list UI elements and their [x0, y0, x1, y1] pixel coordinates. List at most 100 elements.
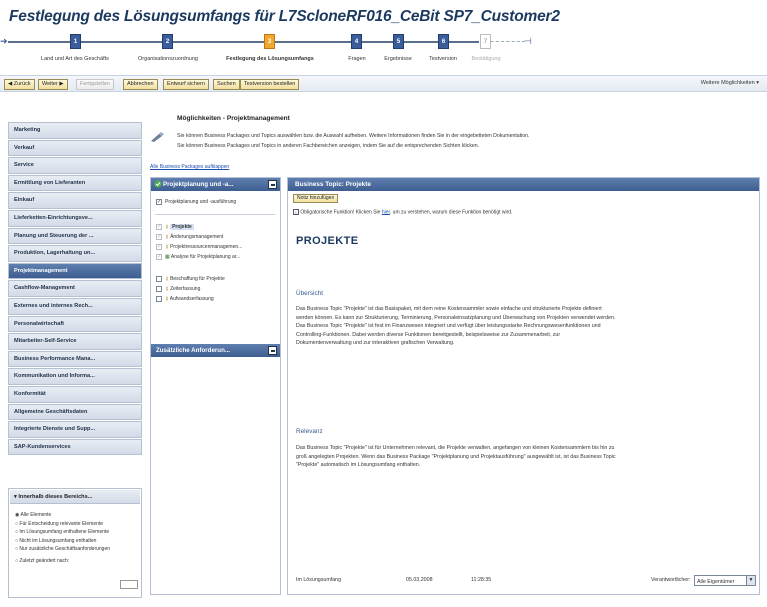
topic-item-analyse[interactable]: ✓ ▦ Analyse für Projektplanung ar... [156, 253, 240, 261]
roadmap: ➜ ⊣ 1 Land und Art des Geschäfts 2 Organ… [0, 30, 767, 66]
sidebar-item-kundenservices[interactable]: SAP-Kundenservices [8, 438, 142, 456]
filter-option-additional[interactable]: ○ Nur zusätzliche Geschäftsanforderungen [9, 545, 141, 554]
content-title: Möglichkeiten - Projektmanagement [177, 115, 290, 122]
topic-big-title: PROJEKTE [296, 235, 359, 247]
page-title: Festlegung des Lösungsumfangs für L7Sclo… [9, 8, 560, 25]
finish-button[interactable]: Fertigstellen [76, 79, 114, 90]
owner-select-value: Alle Eigentümer [697, 579, 735, 585]
topic-item-zeiterfassung[interactable]: ⚷ Zeiterfassung [156, 285, 200, 293]
sidebar-item-service[interactable]: Service [8, 157, 142, 174]
chevron-down-icon: ▼ [746, 576, 755, 585]
filter-heading[interactable]: ▾ Innerhalb dieses Bereichs... [10, 490, 140, 504]
roadmap-step-3[interactable]: 3 [264, 34, 275, 49]
roadmap-step-label: Testversion [429, 56, 457, 62]
scope-status: Im Lösungsumfang [296, 577, 342, 583]
mandatory-text: Obligatorische Funktion! Klicken Sie [300, 209, 382, 216]
package-header[interactable]: Projektplanung und -a... [151, 178, 280, 191]
overview-heading: Übersicht [296, 290, 323, 297]
sidebar-item-produktion[interactable]: Produktion, Lagerhaltung un... [8, 245, 142, 262]
overview-text: Das Business Topic "Projekte" ist das Ba… [296, 306, 616, 347]
filter-option-label: Nur zusätzliche Geschäftsanforderungen [19, 546, 111, 552]
key-icon: ⚷ [165, 286, 169, 292]
save-draft-button[interactable]: Entwurf sichern [163, 79, 209, 90]
sidebar-nav: Marketing Verkauf Service Ermittlung von… [8, 122, 142, 456]
package-main-checkbox[interactable]: ✓ Projektplanung und -ausführung [156, 198, 236, 206]
sidebar-item-cashflow[interactable]: Cashflow-Management [8, 280, 142, 297]
topic-header: Business Topic: Projekte [288, 178, 759, 191]
add-note-button[interactable]: Notiz hinzufügen [293, 194, 339, 203]
topic-item-projekte[interactable]: ✓ ⚷ Projekte [156, 223, 194, 231]
topic-label: Änderungsmanagement [170, 234, 224, 240]
toolbar: ◀ Zurück Weiter ▶ Fertigstellen Abbreche… [0, 75, 767, 92]
sidebar-item-marketing[interactable]: Marketing [8, 122, 142, 139]
sidebar-item-planung[interactable]: Planung und Steuerung der ... [8, 227, 142, 245]
mandatory-here-link[interactable]: hier [382, 209, 390, 215]
package-main-label: Projektplanung und -ausführung [165, 199, 237, 205]
sidebar-item-einkauf[interactable]: Einkauf [8, 192, 142, 209]
filter-option-not-in-scope[interactable]: ○ Nicht im Lösungsumfang enthalten [9, 537, 141, 546]
roadmap-step-label: Fragen [348, 56, 366, 62]
changed-after-date-input[interactable] [120, 580, 138, 589]
chart-icon: ▦ [165, 254, 170, 260]
key-icon: ⚷ [165, 244, 169, 250]
topic-item-ressourcen[interactable]: ✓ ⚷ Projektressourcenmanagemen... [156, 243, 242, 251]
pencil-info-icon [150, 131, 166, 143]
roadmap-end-marker: ⊣ [524, 36, 532, 46]
filter-option-relevant[interactable]: ○ Für Entscheidung relevante Elemente [9, 520, 141, 529]
content-help-line: Sie können Business Packages und Topics … [177, 143, 480, 149]
roadmap-step-6[interactable]: 6 [438, 34, 449, 49]
green-check-icon [154, 180, 162, 193]
roadmap-step-label: Bestätigung [471, 56, 501, 62]
more-options-menu[interactable]: Weitere Möglichkeiten ▾ [701, 80, 759, 86]
collapse-button[interactable] [268, 346, 277, 355]
collapse-button[interactable] [268, 180, 277, 189]
sidebar-item-lieferketten[interactable]: Lieferketten-Einrichtungsve... [8, 209, 142, 227]
filter-option-label: Im Lösungsumfang enthaltene Elemente [19, 529, 110, 535]
scope-filter-panel: ▾ Innerhalb dieses Bereichs... ◉ Alle El… [8, 488, 142, 598]
back-button[interactable]: ◀ Zurück [4, 79, 35, 90]
key-icon: ⚷ [165, 276, 169, 282]
topic-item-aenderung[interactable]: ✓ ⚷ Änderungsmanagement [156, 233, 223, 241]
roadmap-step-label: Ergebnisse [384, 56, 412, 62]
order-test-button[interactable]: Testversion bestellen [240, 79, 300, 90]
filter-option-all[interactable]: ◉ Alle Elemente [9, 511, 141, 520]
sidebar-item-self-service[interactable]: Mitarbeiter-Self-Service [8, 333, 142, 350]
change-time: 11:28:35 [471, 577, 492, 583]
roadmap-start-arrow: ➜ [0, 36, 8, 46]
roadmap-step-5[interactable]: 5 [393, 34, 404, 49]
owner-select[interactable]: Alle Eigentümer ▼ [694, 575, 756, 586]
sidebar-item-projektmanagement[interactable]: Projektmanagement [8, 262, 142, 280]
sidebar-item-verkauf[interactable]: Verkauf [8, 139, 142, 157]
roadmap-step-label: Organisationszuordnung [138, 56, 198, 62]
sidebar-item-dienste[interactable]: Integrierte Dienste und Supp... [8, 421, 142, 438]
sidebar-item-lieferanten[interactable]: Ermittlung von Lieferanten [8, 174, 142, 192]
additional-requirements-header[interactable]: Zusätzliche Anforderun... [151, 344, 280, 357]
roadmap-step-label: Land und Art des Geschäfts [41, 56, 109, 62]
sidebar-item-personal[interactable]: Personalwirtschaft [8, 315, 142, 333]
roadmap-step-4[interactable]: 4 [351, 34, 362, 49]
sidebar-item-kommunikation[interactable]: Kommunikation und Informa... [8, 368, 142, 385]
expand-all-packages-link[interactable]: Alle Business Packages aufklappen [150, 164, 229, 170]
roadmap-step-1[interactable]: 1 [70, 34, 81, 49]
sidebar-item-rechnungswesen[interactable]: Externes und internes Rech... [8, 297, 142, 315]
filter-option-label: Zuletzt geändert nach: [19, 557, 70, 564]
sidebar-item-konformitaet[interactable]: Konformität [8, 385, 142, 403]
topic-item-aufwand[interactable]: ⚷ Aufwandserfassung [156, 295, 214, 303]
more-options-label: Weitere Möglichkeiten [700, 80, 755, 86]
topic-item-beschaffung[interactable]: ⚷ Beschaffung für Projekte [156, 275, 225, 283]
relevance-text: Das Business Topic "Projekte" ist für Un… [296, 445, 616, 469]
sidebar-item-geschaeftsdaten[interactable]: Allgemeine Geschäftsdaten [8, 403, 142, 421]
cancel-button[interactable]: Abbrechen [123, 79, 158, 90]
key-icon: ⚷ [165, 296, 169, 302]
info-icon: i [293, 209, 299, 215]
filter-option-changed-after[interactable]: ○ Zuletzt geändert nach: [9, 557, 141, 566]
next-button[interactable]: Weiter ▶ [38, 79, 68, 90]
content-help-line: Sie können Business Packages und Topics … [177, 133, 530, 139]
sidebar-item-performance[interactable]: Business Performance Mana... [8, 350, 142, 368]
filter-option-in-scope[interactable]: ○ Im Lösungsumfang enthaltene Elemente [9, 528, 141, 537]
roadmap-step-2[interactable]: 2 [162, 34, 173, 49]
collapse-icon: ▾ [14, 494, 17, 500]
search-button[interactable]: Suchen [213, 79, 240, 90]
roadmap-step-7: 7 [480, 34, 491, 49]
change-date: 05.03.2008 [406, 577, 433, 583]
